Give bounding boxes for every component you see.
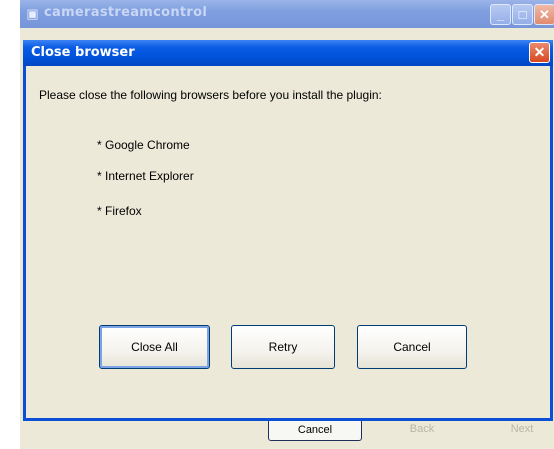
background-next-button[interactable]: Next bbox=[475, 419, 554, 441]
dialog-close-button[interactable]: ✕ bbox=[529, 42, 550, 63]
retry-button[interactable]: Retry bbox=[231, 325, 335, 369]
background-close-button[interactable]: ✕ bbox=[534, 4, 554, 25]
close-icon: ✕ bbox=[533, 44, 546, 60]
installer-icon: ▣ bbox=[26, 6, 39, 21]
close-browser-dialog: Close browser ✕ Please close the followi… bbox=[23, 40, 553, 421]
minimize-icon: _ bbox=[496, 7, 505, 22]
browser-item-firefox: * Firefox bbox=[97, 204, 142, 218]
maximize-button[interactable]: □ bbox=[512, 4, 533, 25]
close-all-button[interactable]: Close All bbox=[99, 325, 210, 369]
cancel-button[interactable]: Cancel bbox=[357, 325, 467, 369]
background-back-button[interactable]: Back bbox=[375, 419, 469, 441]
background-window-title: camerastreamcontrol bbox=[44, 5, 208, 20]
close-icon: ✕ bbox=[539, 7, 550, 22]
background-cancel-button[interactable]: Cancel bbox=[268, 419, 362, 441]
background-title-bar: ▣ camerastreamcontrol _ □ ✕ bbox=[20, 0, 554, 28]
maximize-icon: □ bbox=[518, 7, 527, 22]
browser-item-chrome: * Google Chrome bbox=[97, 138, 190, 152]
minimize-button[interactable]: _ bbox=[490, 4, 511, 25]
dialog-title: Close browser bbox=[31, 45, 135, 60]
browser-item-internet-explorer: * Internet Explorer bbox=[97, 169, 194, 183]
dialog-message: Please close the following browsers befo… bbox=[39, 88, 382, 102]
dialog-title-bar: Close browser ✕ bbox=[23, 40, 553, 66]
